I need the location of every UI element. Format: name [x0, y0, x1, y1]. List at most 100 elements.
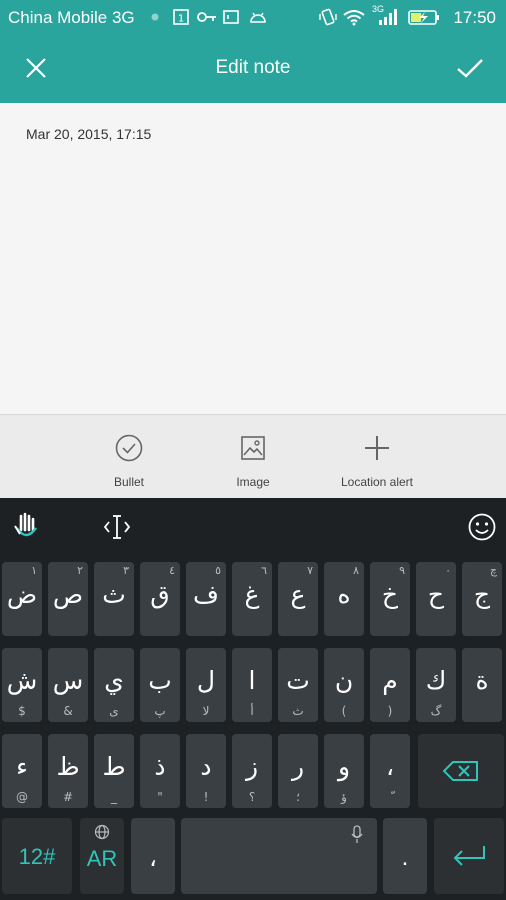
key-label: ج: [473, 580, 491, 609]
comma-key-label: ،: [149, 844, 157, 872]
key-hint: ٩: [399, 564, 405, 577]
key[interactable]: س &: [48, 648, 88, 722]
key-secondary: $: [18, 704, 26, 718]
key-hint: ٤: [169, 564, 175, 577]
key-label: د: [200, 752, 212, 781]
bullet-label: Bullet: [113, 475, 145, 489]
key[interactable]: ع٧: [278, 562, 318, 636]
checkmark-circle-icon: [114, 433, 144, 466]
key[interactable]: غ٦: [232, 562, 272, 636]
language-key[interactable]: AR: [80, 818, 124, 894]
key-secondary: ؟: [248, 790, 256, 804]
numbers-key-label: 12#: [18, 844, 56, 869]
key-label: ذ: [154, 752, 166, 781]
key-label: ع: [290, 580, 306, 609]
key[interactable]: م): [370, 648, 410, 722]
key-icon: [196, 8, 218, 26]
period-key[interactable]: .: [383, 818, 427, 894]
image-button[interactable]: Image: [193, 433, 313, 489]
key-secondary: ث: [292, 704, 304, 718]
key-secondary: ؤ: [341, 790, 347, 804]
space-key[interactable]: [181, 818, 377, 894]
key-label: ف: [193, 580, 219, 609]
key-secondary: گ: [430, 704, 442, 718]
keyboard-logo-icon[interactable]: [12, 512, 40, 547]
key-secondary: أ: [250, 704, 254, 718]
key-label: ا: [248, 666, 256, 695]
key[interactable]: ه٨: [324, 562, 364, 636]
key[interactable]: ز ؟: [232, 734, 272, 808]
comma-key[interactable]: ،: [131, 818, 175, 894]
key[interactable]: ف٥: [186, 562, 226, 636]
key[interactable]: ة: [462, 648, 502, 722]
key[interactable]: ض١: [2, 562, 42, 636]
key[interactable]: ذ ": [140, 734, 180, 808]
key-hint: ٣: [123, 564, 129, 577]
key-hint: ٢: [77, 564, 83, 577]
key[interactable]: ص٢: [48, 562, 88, 636]
key[interactable]: يى: [94, 648, 134, 722]
key-hint: ٧: [307, 564, 313, 577]
key[interactable]: تث: [278, 648, 318, 722]
image-icon: [240, 435, 266, 464]
key-secondary: _: [111, 790, 117, 804]
carrier-name: China Mobile 3G: [8, 8, 135, 27]
key-label: ه: [337, 580, 351, 609]
key-secondary: ى: [109, 704, 119, 718]
key[interactable]: خ٩: [370, 562, 410, 636]
key-label: ظ: [56, 752, 80, 781]
key-secondary: لا: [202, 704, 210, 718]
language-key-label: AR: [86, 846, 118, 871]
key[interactable]: جچ: [462, 562, 502, 636]
svg-text:1: 1: [178, 14, 184, 25]
key-label: ب: [148, 666, 172, 695]
key[interactable]: ن(: [324, 648, 364, 722]
key[interactable]: اأ: [232, 648, 272, 722]
backspace-key[interactable]: [418, 734, 504, 808]
backspace-icon: [442, 760, 479, 787]
key-secondary: &: [63, 704, 73, 718]
key[interactable]: كگ: [416, 648, 456, 722]
key-label: م: [382, 666, 398, 695]
key[interactable]: د!: [186, 734, 226, 808]
signal-bars-icon: [376, 8, 400, 26]
key-secondary: (: [341, 704, 347, 718]
cursor-move-icon[interactable]: [103, 514, 131, 545]
location-alert-button[interactable]: Location alert: [317, 433, 437, 489]
key[interactable]: ل لا: [186, 648, 226, 722]
key[interactable]: ء @: [2, 734, 42, 808]
battery-charging-icon: [408, 8, 440, 26]
key-label: ر: [291, 752, 305, 781]
key-label: ث: [102, 580, 126, 609]
enter-key[interactable]: [434, 818, 504, 894]
key[interactable]: ط _: [94, 734, 134, 808]
numbers-key[interactable]: 12#: [2, 818, 72, 894]
keyboard-toolbar: [0, 498, 506, 556]
key[interactable]: ح٠: [416, 562, 456, 636]
key-label: ت: [286, 666, 310, 695]
period-key-label: .: [401, 844, 409, 871]
key[interactable]: وؤ: [324, 734, 364, 808]
microphone-icon: [350, 825, 364, 850]
vibrate-icon: [318, 8, 338, 26]
key[interactable]: بپ: [140, 648, 180, 722]
note-editor[interactable]: Mar 20, 2015, 17:15: [0, 103, 506, 414]
key[interactable]: ث٣: [94, 562, 134, 636]
key-label: ط: [102, 752, 126, 781]
app-header: Edit note: [0, 37, 506, 103]
key[interactable]: ،ّ: [370, 734, 410, 808]
globe-icon: [94, 824, 110, 845]
emoji-icon[interactable]: [468, 513, 496, 546]
key[interactable]: ش $: [2, 648, 42, 722]
key-label: ك: [425, 666, 447, 695]
key[interactable]: ر ؛: [278, 734, 318, 808]
enter-icon: [451, 844, 487, 873]
key-label: ق: [150, 580, 170, 609]
key[interactable]: ق٤: [140, 562, 180, 636]
location-alert-label: Location alert: [340, 475, 414, 489]
bullet-button[interactable]: Bullet: [69, 433, 189, 489]
key[interactable]: ظ #: [48, 734, 88, 808]
save-button[interactable]: [450, 50, 490, 90]
key-hint: چ: [489, 564, 497, 577]
key-hint: ٥: [215, 564, 221, 577]
